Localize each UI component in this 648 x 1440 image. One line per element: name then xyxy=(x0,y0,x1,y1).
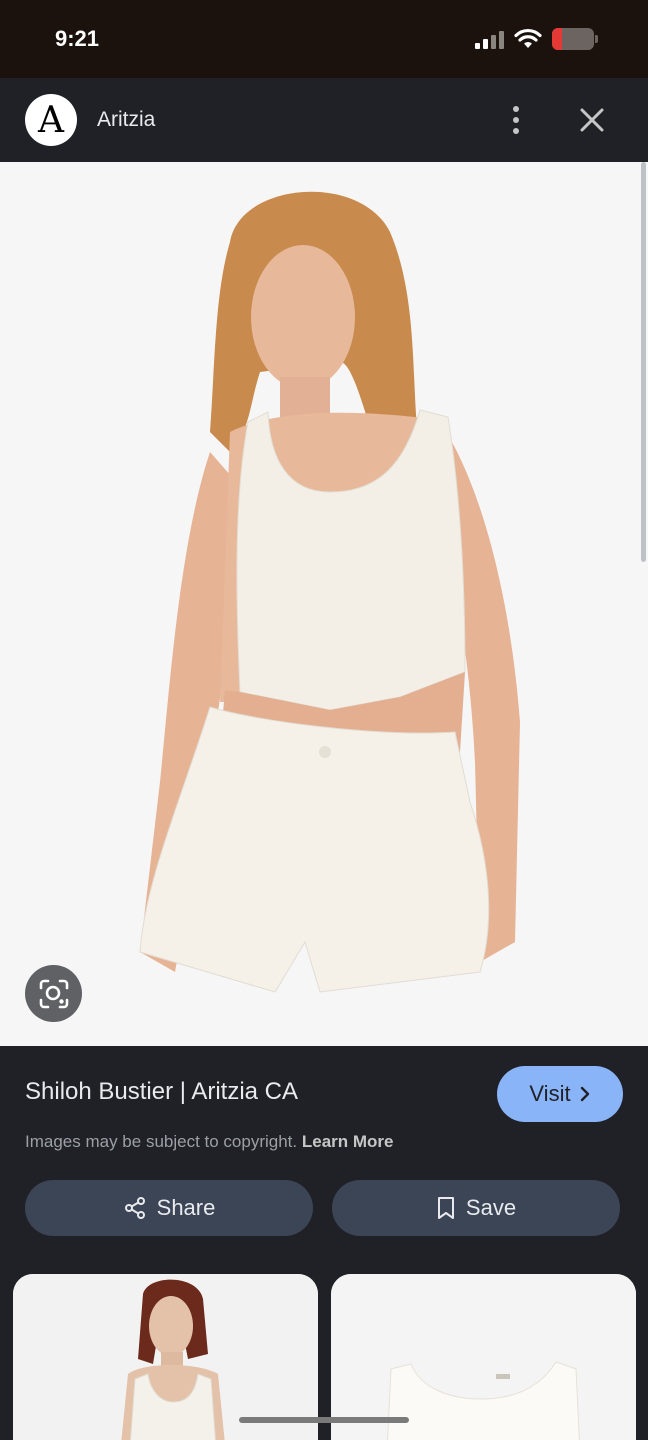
related-image-card[interactable] xyxy=(331,1274,636,1440)
share-icon xyxy=(124,1197,145,1219)
more-options-icon[interactable] xyxy=(500,100,532,140)
chevron-right-icon xyxy=(580,1086,589,1102)
save-button[interactable]: Save xyxy=(332,1180,620,1236)
wifi-icon xyxy=(514,28,542,48)
status-icons xyxy=(475,28,598,50)
site-logo: A xyxy=(25,94,77,146)
status-time: 9:21 xyxy=(55,26,100,51)
save-label: Save xyxy=(465,1195,517,1220)
product-photo xyxy=(0,162,648,1046)
visit-button[interactable]: Visit xyxy=(497,1066,623,1122)
close-icon[interactable] xyxy=(572,100,612,140)
related-image xyxy=(13,1274,318,1440)
lens-search-button[interactable] xyxy=(25,965,82,1022)
cellular-signal-icon xyxy=(475,29,504,49)
battery-icon xyxy=(552,28,598,50)
product-image[interactable] xyxy=(0,162,648,1046)
bookmark-icon xyxy=(437,1197,454,1219)
result-title[interactable]: Shiloh Bustier | Aritzia CA xyxy=(25,1078,298,1106)
lens-icon xyxy=(39,979,68,1008)
learn-more-link[interactable]: Learn More xyxy=(302,1132,394,1151)
copyright-notice: Images may be subject to copyright. Lear… xyxy=(25,1132,394,1152)
related-image-card[interactable] xyxy=(13,1274,318,1440)
home-indicator[interactable] xyxy=(239,1417,409,1423)
related-image xyxy=(331,1274,636,1440)
share-label: Share xyxy=(156,1195,216,1220)
site-name[interactable]: Aritzia xyxy=(97,108,155,132)
copyright-text: Images may be subject to copyright. xyxy=(25,1132,298,1151)
result-info-panel: Shiloh Bustier | Aritzia CA Visit Images… xyxy=(0,1046,648,1440)
share-button[interactable]: Share xyxy=(25,1180,313,1236)
scrollbar[interactable] xyxy=(641,162,646,562)
status-bar: 9:21 xyxy=(0,0,648,78)
visit-label: Visit xyxy=(529,1081,571,1106)
viewer-header: A Aritzia xyxy=(0,78,648,162)
